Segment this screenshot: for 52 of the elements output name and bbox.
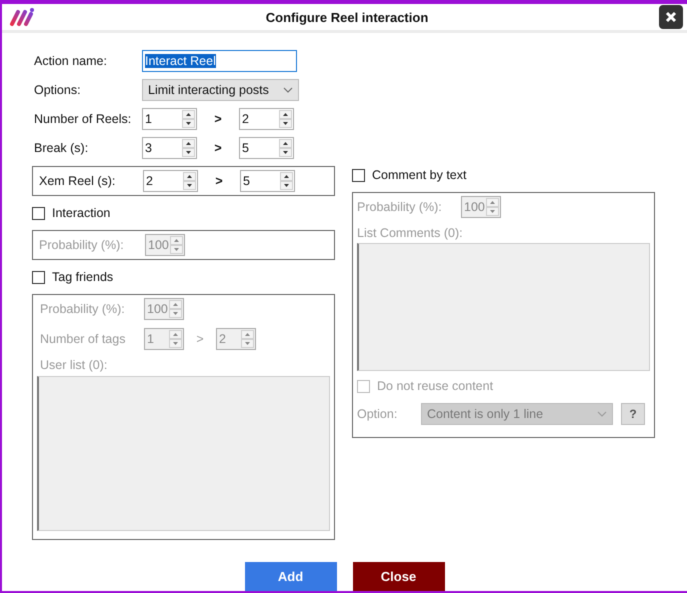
logo-icon [9,6,35,28]
close-button[interactable] [659,5,683,29]
number-spinbox[interactable]: 1 [144,328,184,350]
spin-arrows-icon[interactable] [279,139,292,157]
number-spinbox[interactable]: 1 [142,108,197,130]
number-spinbox[interactable]: 2 [143,170,198,192]
list-label: List Comments (0): [357,226,464,240]
number-spinbox[interactable]: 100 [144,298,184,320]
close-icon [665,11,677,23]
spin-arrows-icon[interactable] [280,172,293,190]
checkbox[interactable] [352,168,365,182]
number-spinbox[interactable]: 100 [461,196,501,218]
close-button[interactable]: Close [352,562,444,591]
field-label: Xem Reel (s): [38,174,116,188]
help-button[interactable]: ? [621,403,645,425]
number-spinbox[interactable]: 2 [239,108,294,130]
list-label: User list (0): [39,358,108,372]
field-label: Probability (%): [357,200,443,214]
checkbox-label: Do not reuse content [377,379,494,393]
field-label: Probability (%): [39,238,125,252]
field-label: Option: [357,407,398,421]
number-spinbox[interactable]: 3 [142,137,197,159]
number-spinbox[interactable]: 5 [240,170,295,192]
range-separator: > [195,332,205,346]
checkbox-label: Interaction [52,206,110,220]
window-title: Configure Reel interaction [264,10,430,24]
options-dropdown[interactable]: Limit interacting posts [142,79,299,101]
checkbox-label: Tag friends [52,270,114,284]
number-spinbox[interactable]: 100 [145,234,185,256]
field-label: Probability (%): [39,302,126,316]
add-button[interactable]: Add [244,562,336,591]
number-spinbox[interactable]: 5 [239,137,294,159]
spin-arrows-icon[interactable] [183,172,196,190]
checkbox[interactable] [32,206,45,220]
chevron-down-icon [597,411,607,417]
range-separator: > [214,174,224,188]
checkbox-label: Comment by text [372,168,466,182]
field-label: Break (s): [33,141,90,155]
spin-arrows-icon[interactable] [279,110,292,128]
action-name-field[interactable]: Interact Reel [142,50,297,72]
range-separator: > [213,141,223,155]
field-label: Action name: [33,54,108,68]
spin-arrows-icon[interactable] [182,110,195,128]
field-label: Options: [33,83,82,97]
field-label: Number of tags [39,332,126,346]
field-label: Number of Reels: [33,112,132,126]
checkbox[interactable] [32,270,45,284]
checkbox[interactable] [357,380,370,392]
range-separator: > [213,112,223,126]
spin-arrows-icon[interactable] [182,139,195,157]
chevron-down-icon [283,87,293,93]
number-spinbox[interactable]: 2 [216,328,256,350]
